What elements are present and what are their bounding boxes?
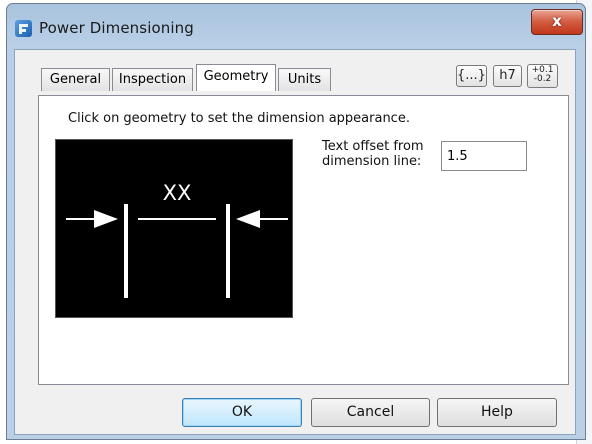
tab-inspection[interactable]: Inspection [112, 68, 193, 91]
app-icon [15, 20, 32, 37]
text-format-button[interactable]: {...} [456, 65, 487, 87]
help-button[interactable]: Help [437, 398, 557, 427]
dimension-preview-graphic: XX [66, 181, 288, 298]
instruction-text: Click on geometry to set the dimension a… [68, 111, 410, 126]
window-title: Power Dimensioning [39, 19, 194, 37]
fit-button[interactable]: h7 [493, 65, 522, 87]
text-offset-input[interactable] [441, 141, 527, 171]
tab-general[interactable]: General [41, 68, 110, 91]
ok-button[interactable]: OK [182, 398, 302, 427]
tab-units[interactable]: Units [278, 68, 331, 91]
text-offset-label-line2: dimension line: [322, 154, 422, 169]
dimension-preview[interactable]: XX [55, 139, 293, 318]
dimension-text[interactable]: XX [163, 181, 192, 205]
arrow-left-icon[interactable] [236, 210, 260, 228]
text-offset-label-line1: Text offset from [322, 139, 424, 154]
text-offset-label: Text offset from dimension line: [322, 139, 424, 169]
cancel-button[interactable]: Cancel [311, 398, 430, 427]
tab-geometry[interactable]: Geometry [196, 64, 276, 91]
tolerance-lower: -0.2 [533, 74, 552, 84]
close-icon: x [552, 12, 562, 30]
arrow-right-icon[interactable] [94, 210, 118, 228]
tolerance-button[interactable]: +0.1 -0.2 [527, 64, 558, 88]
close-button[interactable]: x [531, 9, 583, 35]
